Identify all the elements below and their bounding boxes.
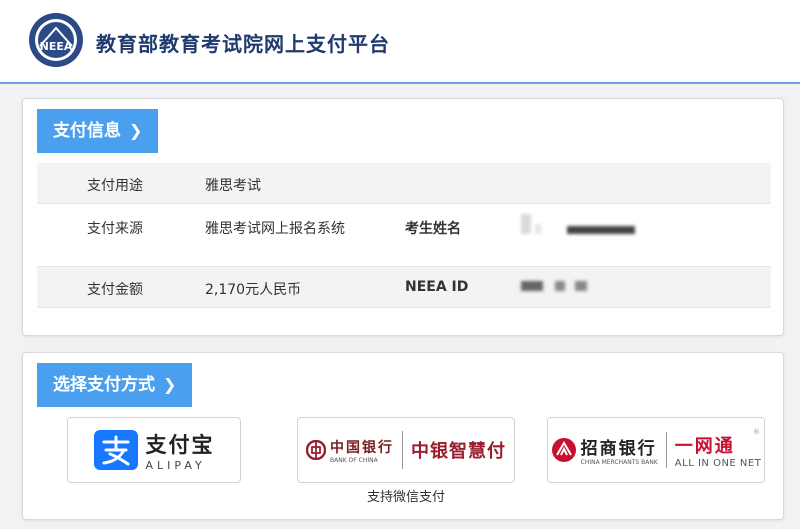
chevron-right-icon: ❯ bbox=[129, 121, 143, 140]
payment-amount-row: 支付金额 2,170元人民币 NEEA ID bbox=[37, 267, 771, 308]
payment-method-tab: 选择支付方式 ❯ bbox=[37, 363, 193, 407]
cmb-one-net-button[interactable]: 招商银行 CHINA MERCHANTS BANK 一网通 ALL IN ONE… bbox=[547, 417, 765, 483]
payment-amount-label: 支付金额 bbox=[87, 282, 143, 298]
divider bbox=[665, 432, 667, 468]
payment-purpose-value: 雅思考试 bbox=[205, 178, 261, 194]
candidate-name-value bbox=[521, 214, 771, 238]
divider bbox=[402, 431, 403, 469]
payment-source-label: 支付来源 bbox=[87, 221, 143, 237]
payment-info-panel: 支付信息 ❯ 支付用途 雅思考试 支付来源 雅思考试网上报名系统 考生姓名 支付… bbox=[22, 98, 784, 336]
payment-source-row: 支付来源 雅思考试网上报名系统 考生姓名 bbox=[37, 204, 771, 267]
cmb-en-label: CHINA MERCHANTS BANK bbox=[580, 459, 658, 466]
payment-info-tab-label: 支付信息 bbox=[53, 121, 121, 141]
payment-info-table: 支付用途 雅思考试 支付来源 雅思考试网上报名系统 考生姓名 支付金额 2,17… bbox=[37, 163, 771, 308]
boc-cn-label: 中国银行 bbox=[330, 439, 394, 456]
site-title: 教育部教育考试院网上支付平台 bbox=[96, 32, 390, 56]
payment-method-panel: 选择支付方式 ❯ 支付宝 ALIPAY 中国银行 BANK OF CHINA 中… bbox=[22, 352, 784, 520]
boc-smart-pay-label: 中银智慧付 bbox=[411, 441, 506, 462]
payment-purpose-label: 支付用途 bbox=[87, 178, 143, 194]
boc-icon bbox=[306, 440, 326, 460]
payment-purpose-row: 支付用途 雅思考试 bbox=[37, 163, 771, 204]
one-net-cn-label: 一网通 bbox=[674, 435, 735, 457]
alipay-icon bbox=[93, 430, 138, 470]
cmb-cn-label: 招商银行 bbox=[580, 439, 657, 459]
neea-id-label: NEEA ID bbox=[405, 279, 469, 295]
boc-smart-pay-button[interactable]: 中国银行 BANK OF CHINA 中银智慧付 bbox=[297, 417, 515, 483]
boc-en-label: BANK OF CHINA bbox=[330, 456, 378, 464]
wechat-pay-note: 支持微信支付 bbox=[366, 490, 445, 505]
payment-info-tab: 支付信息 ❯ bbox=[37, 109, 159, 153]
chevron-right-icon: ❯ bbox=[163, 375, 177, 394]
neea-logo: NEEA bbox=[29, 13, 83, 67]
header: NEEA 教育部教育考试院网上支付平台 bbox=[0, 0, 800, 84]
neea-id-value bbox=[521, 279, 771, 299]
alipay-button[interactable]: 支付宝 ALIPAY bbox=[67, 417, 241, 483]
candidate-name-label: 考生姓名 bbox=[405, 221, 461, 237]
one-net-en-label: ALL IN ONE NET bbox=[674, 457, 762, 469]
alipay-cn-label: 支付宝 bbox=[145, 432, 215, 457]
registered-mark-icon: ® bbox=[753, 428, 760, 436]
payment-amount-value: 2,170元人民币 bbox=[205, 282, 302, 298]
alipay-en-label: ALIPAY bbox=[145, 458, 206, 472]
svg-text:NEEA: NEEA bbox=[40, 40, 73, 53]
cmb-icon bbox=[551, 438, 576, 462]
payment-source-value: 雅思考试网上报名系统 bbox=[205, 221, 345, 237]
payment-method-tab-label: 选择支付方式 bbox=[53, 375, 155, 395]
